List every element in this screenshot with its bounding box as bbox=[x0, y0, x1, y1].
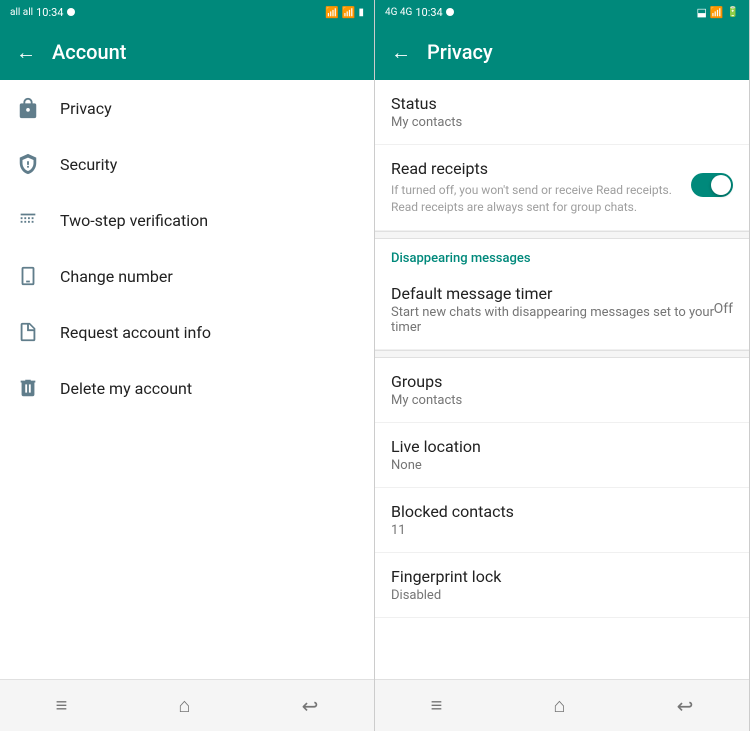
back-nav-left[interactable]: ↩ bbox=[302, 694, 319, 718]
live-location-title: Live location bbox=[391, 437, 733, 456]
back-nav-right[interactable]: ↩ bbox=[677, 694, 694, 718]
account-menu-list: Privacy Security Two-step verification bbox=[0, 80, 374, 679]
privacy-item-live-location[interactable]: Live location None bbox=[375, 423, 749, 488]
bt-icon-right: ⬓ bbox=[696, 6, 706, 19]
battery-right: 🔋 bbox=[727, 7, 739, 18]
default-timer-value: Off bbox=[714, 301, 733, 317]
dot-right bbox=[446, 8, 454, 16]
wifi-icon: 📶 bbox=[342, 6, 356, 19]
status-bar-left: all all 10:34 📶 📶 ▮ bbox=[0, 0, 374, 24]
security-label: Security bbox=[60, 155, 117, 174]
menu-item-delete-account[interactable]: Delete my account bbox=[0, 360, 374, 416]
home-nav-right[interactable]: ⌂ bbox=[553, 693, 565, 718]
time-right: 10:34 bbox=[415, 6, 442, 19]
hamburger-nav-left[interactable]: ≡ bbox=[56, 693, 68, 718]
privacy-header: ← Privacy bbox=[375, 24, 749, 80]
status-left-right: 4G 4G 10:34 bbox=[385, 6, 454, 19]
read-receipts-desc: If turned off, you won't send or receive… bbox=[391, 182, 679, 216]
dots-icon bbox=[16, 208, 40, 232]
menu-item-two-step[interactable]: Two-step verification bbox=[0, 192, 374, 248]
bottom-nav-right: ≡ ⌂ ↩ bbox=[375, 679, 749, 731]
battery-icon: ▮ bbox=[358, 7, 364, 18]
status-bar-right: 4G 4G 10:34 ⬓ 📶 🔋 bbox=[375, 0, 749, 24]
home-nav-left[interactable]: ⌂ bbox=[178, 693, 190, 718]
signal-icons: all all bbox=[10, 7, 33, 18]
privacy-panel: 4G 4G 10:34 ⬓ 📶 🔋 ← Privacy Status My co… bbox=[375, 0, 750, 731]
account-panel: all all 10:34 📶 📶 ▮ ← Account Privacy bbox=[0, 0, 375, 731]
phone-icon bbox=[16, 264, 40, 288]
hamburger-nav-right[interactable]: ≡ bbox=[431, 693, 443, 718]
blocked-contacts-title: Blocked contacts bbox=[391, 502, 733, 521]
privacy-item-default-timer[interactable]: Default message timer Start new chats wi… bbox=[375, 270, 749, 350]
fingerprint-title: Fingerprint lock bbox=[391, 567, 733, 586]
privacy-content: Status My contacts Read receipts If turn… bbox=[375, 80, 749, 679]
toggle-switch[interactable] bbox=[691, 173, 733, 197]
blocked-contacts-subtitle: 11 bbox=[391, 523, 733, 538]
disappearing-section-label: Disappearing messages bbox=[375, 239, 749, 270]
privacy-title: Privacy bbox=[427, 40, 493, 64]
request-info-label: Request account info bbox=[60, 323, 211, 342]
read-receipts-toggle[interactable] bbox=[691, 173, 733, 201]
bottom-nav-left: ≡ ⌂ ↩ bbox=[0, 679, 374, 731]
shield-icon bbox=[16, 152, 40, 176]
document-icon bbox=[16, 320, 40, 344]
default-timer-subtitle: Start new chats with disappearing messag… bbox=[391, 305, 733, 335]
trash-icon bbox=[16, 376, 40, 400]
dot-icon bbox=[67, 8, 75, 16]
account-title: Account bbox=[52, 40, 126, 64]
delete-account-label: Delete my account bbox=[60, 379, 192, 398]
fingerprint-subtitle: Disabled bbox=[391, 588, 733, 603]
two-step-label: Two-step verification bbox=[60, 211, 208, 230]
privacy-item-groups[interactable]: Groups My contacts bbox=[375, 358, 749, 423]
back-button-right[interactable]: ← bbox=[391, 40, 411, 65]
change-number-label: Change number bbox=[60, 267, 173, 286]
live-location-subtitle: None bbox=[391, 458, 733, 473]
read-receipts-title: Read receipts bbox=[391, 159, 679, 178]
bluetooth-icon: 📶 bbox=[325, 6, 339, 19]
account-header: ← Account bbox=[0, 24, 374, 80]
menu-item-request-info[interactable]: Request account info bbox=[0, 304, 374, 360]
privacy-item-fingerprint[interactable]: Fingerprint lock Disabled bbox=[375, 553, 749, 618]
status-right: 📶 📶 ▮ bbox=[325, 6, 364, 19]
status-title: Status bbox=[391, 94, 733, 113]
groups-subtitle: My contacts bbox=[391, 393, 733, 408]
back-button-left[interactable]: ← bbox=[16, 40, 36, 65]
divider-groups bbox=[375, 350, 749, 358]
menu-item-privacy[interactable]: Privacy bbox=[0, 80, 374, 136]
menu-item-security[interactable]: Security bbox=[0, 136, 374, 192]
wifi-icon-right: 📶 bbox=[710, 6, 724, 19]
privacy-item-status[interactable]: Status My contacts bbox=[375, 80, 749, 145]
privacy-item-read-receipts[interactable]: Read receipts If turned off, you won't s… bbox=[375, 145, 749, 231]
divider-disappearing bbox=[375, 231, 749, 239]
status-left: all all 10:34 bbox=[10, 6, 75, 19]
time-left: 10:34 bbox=[36, 6, 63, 19]
default-timer-title: Default message timer bbox=[391, 284, 733, 303]
privacy-item-blocked-contacts[interactable]: Blocked contacts 11 bbox=[375, 488, 749, 553]
status-right-right: ⬓ 📶 🔋 bbox=[696, 6, 739, 19]
menu-item-change-number[interactable]: Change number bbox=[0, 248, 374, 304]
status-subtitle: My contacts bbox=[391, 115, 733, 130]
signal-right: 4G 4G bbox=[385, 7, 412, 18]
lock-icon bbox=[16, 96, 40, 120]
privacy-label: Privacy bbox=[60, 99, 112, 118]
groups-title: Groups bbox=[391, 372, 733, 391]
